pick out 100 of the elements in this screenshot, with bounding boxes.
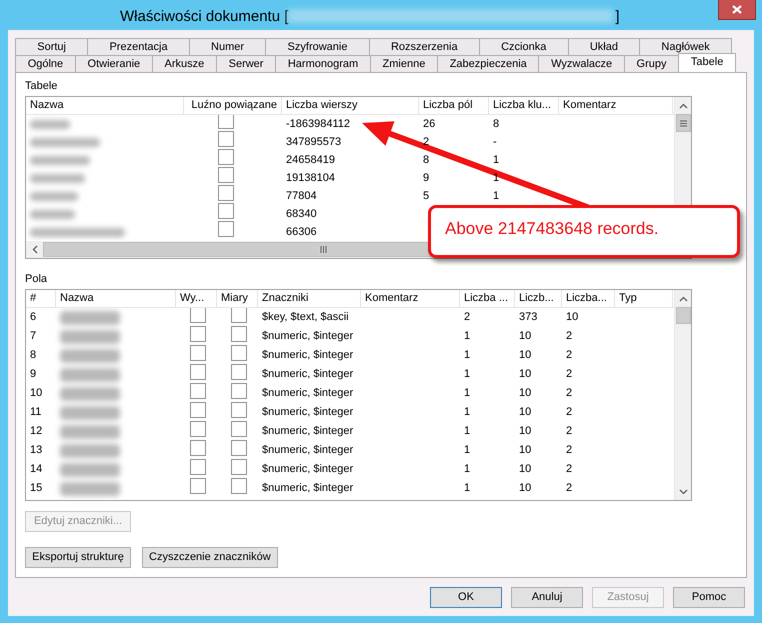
tab[interactable]: Prezentacja [87, 38, 190, 55]
checkbox[interactable] [218, 149, 234, 166]
tab[interactable]: Grupy [624, 55, 680, 72]
checkbox[interactable] [231, 344, 247, 361]
table-cell: 10 [519, 406, 532, 418]
checkbox[interactable] [218, 185, 234, 202]
table-cell: 10 [519, 444, 532, 456]
table-cell: $numeric, $integer [262, 463, 354, 476]
table-cell: 12 [30, 425, 42, 438]
checkbox[interactable] [231, 382, 247, 399]
column-header[interactable]: Komentarz [361, 290, 460, 307]
table-cell: 1 [464, 482, 470, 494]
table-cell: $numeric, $integer [262, 444, 354, 456]
column-header[interactable]: Liczba... [562, 290, 615, 307]
button[interactable]: OK [430, 587, 502, 608]
table-cell: 2 [566, 330, 572, 342]
table-cell: $numeric, $integer [262, 406, 354, 418]
checkbox[interactable] [190, 344, 206, 361]
checkbox[interactable] [218, 167, 234, 184]
tab[interactable]: Arkusze [152, 55, 217, 72]
button[interactable]: Eksportuj strukturę [25, 547, 131, 568]
column-header[interactable]: Komentarz [559, 97, 673, 114]
tab[interactable]: Szyfrowanie [265, 38, 370, 55]
tab[interactable]: Ogólne [15, 55, 76, 72]
checkbox[interactable] [231, 420, 247, 437]
table-cell: $numeric, $integer [262, 425, 354, 438]
table-cell: 24658419 [286, 154, 335, 166]
checkbox[interactable] [218, 203, 234, 220]
tab[interactable]: Zabezpieczenia [437, 55, 540, 72]
column-header[interactable]: Liczb... [515, 290, 562, 307]
table-cell: 15 [30, 482, 42, 494]
blurred-name [30, 156, 90, 164]
table-cell: 2 [566, 463, 572, 476]
table-cell: 2 [566, 406, 572, 418]
close-button[interactable] [718, 0, 756, 20]
column-header[interactable]: Nazwa [26, 97, 184, 114]
table-cell: 10 [30, 387, 42, 400]
tab[interactable]: Tabele [678, 53, 736, 72]
checkbox[interactable] [231, 478, 247, 494]
tab[interactable]: Wyzwalacze [538, 55, 625, 72]
grip-icon [320, 246, 326, 253]
column-header[interactable]: Liczba ... [460, 290, 515, 307]
tab[interactable]: Sortuj [15, 38, 88, 55]
checkbox[interactable] [190, 308, 206, 323]
button[interactable]: Pomoc [673, 587, 745, 608]
column-header[interactable]: Liczba wierszy [282, 97, 419, 114]
table-cell: 10 [519, 368, 532, 380]
tab[interactable]: Nagłówek [639, 38, 732, 55]
tab[interactable]: Otwieranie [74, 55, 153, 72]
table-cell: 8 [423, 154, 430, 166]
vertical-scrollbar[interactable] [674, 290, 691, 500]
checkbox[interactable] [231, 440, 247, 456]
checkbox[interactable] [190, 326, 206, 342]
table-cell: 66306 [286, 226, 317, 238]
section-label: Tabele [25, 80, 58, 92]
checkbox[interactable] [218, 221, 234, 238]
blurred-name [60, 310, 120, 324]
checkbox[interactable] [190, 382, 206, 399]
table-cell: 1 [464, 330, 470, 342]
blurred-name [60, 482, 120, 496]
section-label: Pola [25, 273, 48, 285]
checkbox[interactable] [231, 458, 247, 475]
column-header[interactable]: Znaczniki [258, 290, 361, 307]
checkbox[interactable] [190, 420, 206, 437]
table-cell: 10 [519, 425, 532, 438]
checkbox[interactable] [231, 326, 247, 342]
checkbox[interactable] [190, 364, 206, 380]
column-header[interactable]: Liczba klu... [489, 97, 559, 114]
column-header[interactable]: Typ [615, 290, 673, 307]
button[interactable]: Czyszczenie znaczników [142, 547, 278, 568]
table-cell: -1863984112 [286, 118, 350, 130]
scrollbar-thumb[interactable] [676, 114, 690, 132]
scrollbar-thumb[interactable] [676, 307, 690, 324]
tab[interactable]: Harmonogram [275, 55, 371, 72]
table-cell: 1 [464, 425, 470, 438]
tab[interactable]: Zmienne [370, 55, 438, 72]
column-header[interactable]: Nazwa [56, 290, 176, 307]
table-cell: 68340 [286, 208, 317, 220]
checkbox[interactable] [231, 308, 247, 323]
checkbox[interactable] [190, 440, 206, 456]
button[interactable]: Anuluj [511, 587, 583, 608]
tab[interactable]: Serwer [216, 55, 276, 72]
table-cell: 1 [464, 387, 470, 400]
tab[interactable]: Numer [188, 38, 266, 55]
checkbox[interactable] [231, 364, 247, 380]
checkbox[interactable] [231, 402, 247, 418]
checkbox[interactable] [190, 478, 206, 494]
column-header[interactable]: Wy... [176, 290, 217, 307]
column-header[interactable]: # [26, 290, 56, 307]
checkbox[interactable] [218, 131, 234, 148]
tab[interactable]: Układ [568, 38, 640, 55]
checkbox[interactable] [190, 458, 206, 475]
tab[interactable]: Rozszerzenia [368, 38, 480, 55]
tab[interactable]: Czcionka [478, 38, 569, 55]
column-header[interactable]: Liczba pól [419, 97, 489, 114]
column-header[interactable]: Luźno powiązane [184, 97, 282, 114]
checkbox[interactable] [190, 402, 206, 418]
column-header[interactable]: Miary [217, 290, 258, 307]
blurred-name [60, 462, 120, 476]
checkbox[interactable] [218, 115, 234, 130]
